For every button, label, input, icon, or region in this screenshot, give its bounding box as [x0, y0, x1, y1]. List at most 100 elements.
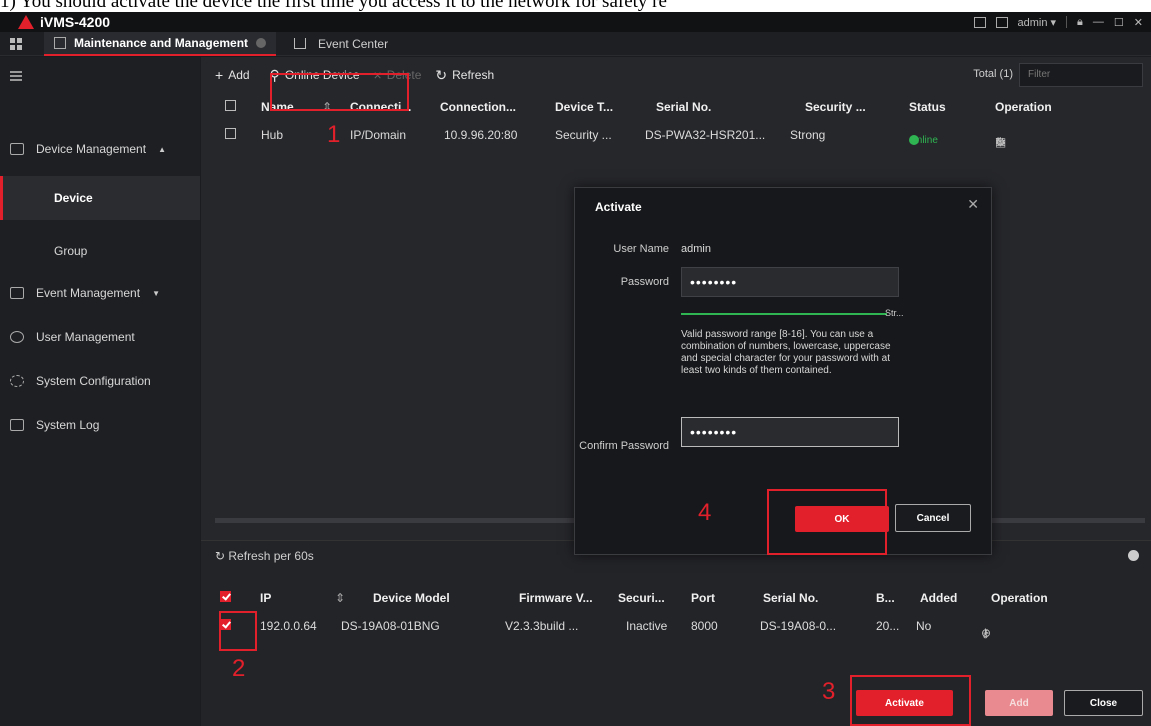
device-model: DS-19A08-01BNG	[341, 619, 440, 633]
column-header[interactable]: Status	[909, 100, 946, 114]
event-management-icon	[10, 287, 24, 299]
column-header[interactable]: Device T...	[555, 100, 613, 114]
table-header: IP ⇕ Device Model Firmware V... Securi..…	[215, 584, 1145, 612]
password-label: Password	[620, 276, 669, 288]
caret-up-icon: ▲	[158, 144, 166, 154]
sidebar-item-group[interactable]: Group	[0, 229, 200, 273]
column-header[interactable]: Serial No.	[656, 100, 711, 114]
tab-label: Maintenance and Management	[74, 35, 249, 50]
confirm-password-field[interactable]: ••••••••	[681, 417, 899, 447]
select-all-checkbox[interactable]	[225, 100, 236, 111]
online-device-table: IP ⇕ Device Model Firmware V... Securi..…	[215, 584, 1145, 640]
sidebar-item-device-management[interactable]: Device Management ▲	[0, 127, 200, 171]
port: 8000	[691, 619, 718, 633]
serial-number: DS-PWA32-HSR201...	[645, 128, 766, 142]
annotation-box-step1	[270, 73, 409, 111]
event-center-icon	[294, 38, 307, 49]
app-title: iVMS-4200	[40, 14, 111, 30]
sidebar-item-system-configuration[interactable]: System Configuration	[0, 359, 200, 403]
sidebar-item-label: System Configuration	[36, 374, 151, 388]
device-type: Security ...	[555, 128, 612, 142]
confirm-password-label: Confirm Password	[579, 440, 669, 452]
column-header[interactable]: Security ...	[805, 100, 866, 114]
add-device-button[interactable]: + Add	[215, 67, 250, 83]
annotation-box-step4	[767, 489, 887, 555]
annotation-number-step3: 3	[822, 678, 836, 705]
filter-input[interactable]: Filter	[1019, 63, 1143, 87]
list-icon[interactable]	[973, 16, 986, 28]
connection-type: IP/Domain	[350, 128, 407, 142]
lock-icon[interactable]: 🔒︎	[1077, 16, 1083, 29]
security-status: Inactive	[626, 619, 668, 633]
refresh-button[interactable]: ↻ Refresh	[435, 67, 494, 84]
close-panel-icon[interactable]	[1128, 550, 1139, 561]
column-header[interactable]: Added	[920, 591, 957, 605]
gear-icon	[10, 375, 24, 387]
column-header[interactable]: Port	[691, 591, 715, 605]
password-hint: Valid password range [8-16]. You can use…	[681, 329, 891, 376]
sidebar-item-label: Device Management	[36, 142, 147, 156]
sidebar-item-label: Group	[54, 244, 88, 258]
maximize-icon[interactable]: ☐	[1114, 16, 1124, 29]
tab-event-center[interactable]: Event Center	[284, 32, 398, 56]
refresh-icon: ↻	[435, 66, 448, 83]
user-menu[interactable]: admin ▾	[1018, 16, 1057, 29]
add-online-device-button[interactable]: Add	[985, 690, 1053, 716]
user-icon	[10, 331, 24, 343]
row-checkbox[interactable]	[225, 128, 236, 139]
device-name: Hub	[261, 128, 284, 142]
column-header: Operation	[991, 591, 1048, 605]
auto-refresh-label[interactable]: ↻ Refresh per 60s	[215, 549, 314, 563]
table-row[interactable]: Hub IP/Domain 10.9.96.20:80 Security ...…	[215, 121, 1145, 149]
annotation-box-step2	[219, 611, 257, 651]
close-window-icon[interactable]: ✕	[1134, 16, 1143, 29]
annotation-number-step1: 1	[327, 121, 341, 148]
button-label: Refresh	[452, 68, 495, 82]
boot-time: 20...	[876, 619, 900, 633]
tab-close-icon[interactable]	[256, 37, 267, 48]
title-separator	[1066, 16, 1068, 28]
select-all-checkbox[interactable]	[220, 591, 231, 602]
security-level: Strong	[790, 128, 826, 142]
column-header[interactable]: Securi...	[618, 591, 665, 605]
log-icon	[10, 419, 24, 431]
cancel-button[interactable]: Cancel	[895, 504, 971, 532]
device-management-icon	[10, 143, 24, 155]
dialog-close-icon[interactable]: ✕	[967, 196, 979, 213]
column-header[interactable]: IP	[260, 591, 271, 605]
column-header[interactable]: Device Model	[373, 591, 450, 605]
refresh-text: Refresh per 60s	[228, 549, 314, 563]
sidebar-item-label: System Log	[36, 418, 100, 432]
column-header[interactable]: Connection...	[440, 100, 516, 114]
table-row[interactable]: 192.0.0.64 DS-19A08-01BNG V2.3.3build ..…	[215, 612, 1145, 640]
sidebar-item-label: Event Management	[36, 286, 141, 300]
column-header[interactable]: B...	[876, 591, 895, 605]
user-name-label: User Name	[613, 243, 669, 255]
sidebar-item-system-log[interactable]: System Log	[0, 403, 200, 447]
column-header[interactable]: Serial No.	[763, 591, 818, 605]
device-ip: 192.0.0.64	[260, 619, 317, 633]
password-field[interactable]: ••••••••	[681, 267, 899, 297]
hikvision-logo-icon	[18, 15, 34, 29]
maintenance-icon	[54, 36, 66, 49]
close-button[interactable]: Close	[1064, 690, 1143, 716]
column-header[interactable]: Firmware V...	[519, 591, 593, 605]
password-strength-label: Str...	[885, 308, 904, 318]
dialog-title: Activate	[595, 200, 642, 214]
column-header: Operation	[995, 100, 1052, 114]
tab-maintenance-management[interactable]: Maintenance and Management	[44, 31, 277, 56]
annotation-number-step2: 2	[232, 655, 246, 682]
key-icon[interactable]: ⚷	[981, 626, 996, 640]
sidebar-item-event-management[interactable]: Event Management ▼	[0, 271, 200, 315]
firmware-version: V2.3.3build ...	[505, 619, 579, 633]
module-grid-icon[interactable]	[10, 37, 22, 50]
sidebar-item-label: Device	[54, 191, 93, 205]
minimize-icon[interactable]: —	[1093, 16, 1104, 28]
sidebar-item-user-management[interactable]: User Management	[0, 315, 200, 359]
sidebar-item-device[interactable]: Device	[0, 176, 200, 220]
refresh-icon[interactable]: ↻	[995, 135, 1011, 149]
serial-number: DS-19A08-0...	[760, 619, 837, 633]
menu-toggle-icon[interactable]	[10, 71, 22, 81]
image-icon[interactable]	[995, 16, 1008, 28]
sort-icon[interactable]: ⇕	[335, 591, 345, 605]
